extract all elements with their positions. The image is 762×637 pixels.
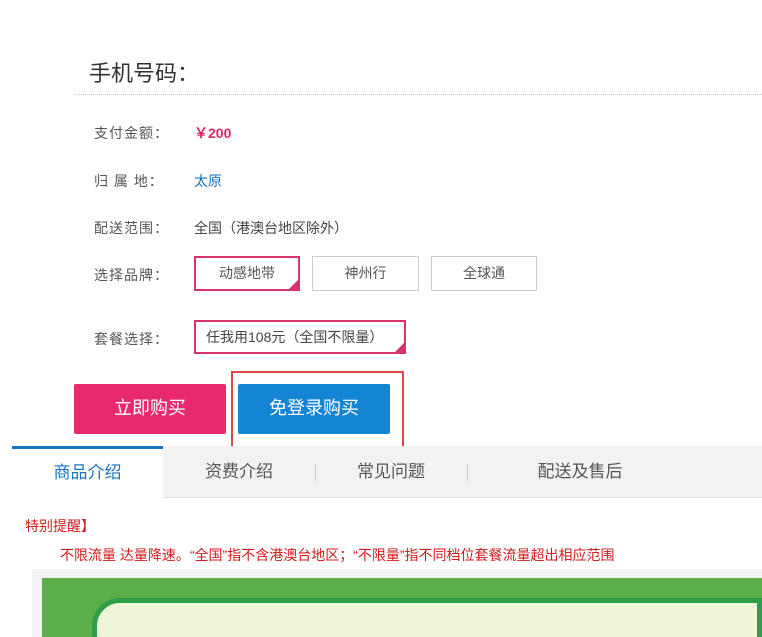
delivery-label: 配送范围： [94, 220, 169, 236]
brand-option-label: 神州行 [344, 265, 387, 281]
notice-text: 不限流量 达量降速。“全国”指不含港澳台地区；“不限量”指不同档位套餐流量超出相… [60, 547, 615, 563]
tab-tariff-intro[interactable]: 资费介绍 [163, 446, 315, 498]
divider [74, 94, 762, 95]
delivery-value: 全国（港澳台地区除外） [194, 220, 348, 236]
tab-delivery-aftersales[interactable]: 配送及售后 [467, 446, 693, 498]
selected-corner-mark [395, 343, 404, 352]
tab-faq[interactable]: 常见问题 [315, 446, 467, 498]
product-banner-inner [92, 598, 762, 637]
tab-product-intro[interactable]: 商品介绍 [12, 446, 163, 499]
brand-option-shenzhouxing[interactable]: 神州行 [312, 256, 419, 291]
package-option-label: 任我用108元（全国不限量） [206, 329, 384, 345]
guest-buy-button[interactable]: 免登录购买 [238, 384, 390, 434]
notice-title: 特别提醒】 [25, 518, 95, 534]
amount-label: 支付金额： [94, 125, 169, 141]
brand-option-label: 动感地带 [219, 265, 275, 281]
selected-corner-mark [289, 280, 298, 289]
phone-number-title: 手机号码： [89, 61, 200, 86]
brand-option-quanqiutong[interactable]: 全球通 [431, 256, 537, 291]
buy-now-button[interactable]: 立即购买 [74, 384, 226, 434]
brand-option-label: 全球通 [463, 265, 505, 281]
detail-tabs: 商品介绍 资费介绍 常见问题 配送及售后 [12, 446, 762, 499]
package-label: 套餐选择： [94, 331, 169, 347]
brand-option-dongganditai[interactable]: 动感地带 [194, 256, 300, 291]
brand-label: 选择品牌： [94, 267, 169, 283]
amount-value: ￥200 [194, 125, 232, 141]
origin-label: 归 属 地： [94, 173, 164, 189]
package-option-selected[interactable]: 任我用108元（全国不限量） [194, 320, 406, 354]
origin-value: 太原 [194, 173, 222, 189]
